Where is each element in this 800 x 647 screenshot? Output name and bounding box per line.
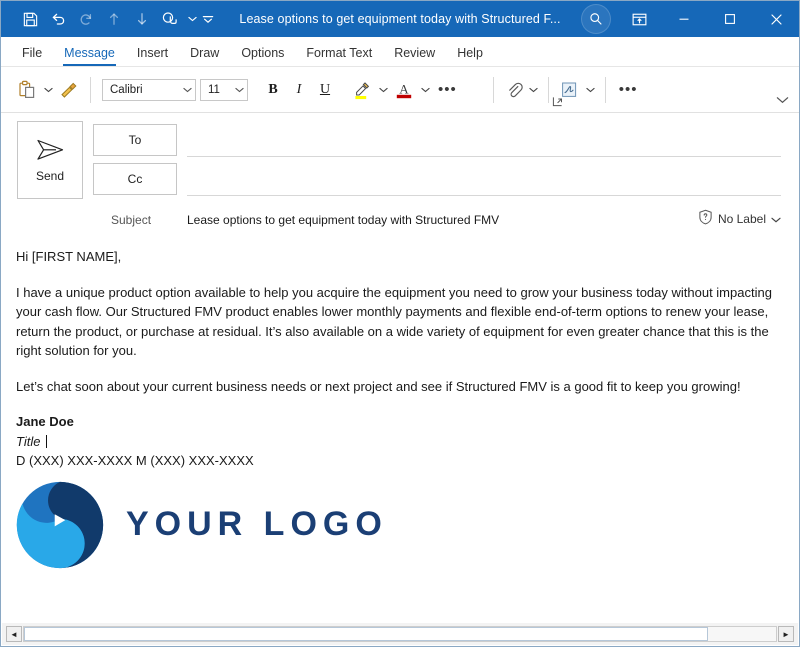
svg-text:A: A [399,81,409,96]
bold-button[interactable]: B [260,77,286,103]
signature-name: Jane Doe [16,414,74,429]
scrollbar-thumb[interactable] [24,627,709,641]
ribbon-separator-2 [492,76,494,103]
text-cursor [46,434,48,448]
tab-review[interactable]: Review [383,46,446,66]
scroll-left-arrow-icon[interactable]: ◄ [6,626,22,642]
ribbon-toolbar: Calibri 11 B I U A ••• ••• [1,67,799,113]
font-color-chevron-down-icon[interactable] [418,75,432,105]
compose-header: Send To Cc Subject Lease options to get … [1,113,799,235]
ribbon-display-options-icon[interactable] [617,3,661,35]
to-field-underline[interactable] [187,156,781,157]
save-icon[interactable] [17,6,43,32]
message-body[interactable]: Hi [FIRST NAME], I have a unique product… [1,233,799,613]
collapse-ribbon-chevron-down-icon[interactable] [776,91,789,109]
sensitivity-label-text: No Label [717,211,766,226]
body-paragraph-2: Let’s chat soon about your current busin… [16,378,741,394]
minimize-button[interactable] [661,1,707,37]
quick-access-toolbar [1,1,215,37]
underline-button[interactable]: U [312,77,338,103]
to-button[interactable]: To [93,124,177,156]
paste-chevron-down-icon[interactable] [41,75,55,105]
cc-button[interactable]: Cc [93,163,177,195]
logo-text: YOUR LOGO [126,504,388,543]
send-paper-plane-icon [37,139,64,160]
search-icon[interactable] [575,3,617,35]
undo-icon[interactable] [45,6,71,32]
italic-button[interactable]: I [286,77,312,103]
more-commands-icon[interactable]: ••• [613,82,644,97]
logo-mark-icon [16,481,104,568]
font-size-select[interactable]: 11 [200,78,248,101]
subject-input[interactable]: Lease options to get equipment today wit… [187,213,499,227]
body-greeting: Hi [FIRST NAME], [16,249,122,264]
shield-question-icon [698,209,713,228]
highlight-chevron-down-icon[interactable] [376,75,390,105]
signature-title: Title [16,433,41,449]
move-down-icon[interactable] [129,6,155,32]
sensitivity-label-button[interactable]: No Label [698,209,781,228]
cc-field-underline[interactable] [187,195,781,196]
text-highlight-color-icon[interactable] [348,75,376,105]
more-font-options-icon[interactable]: ••• [432,82,463,97]
tab-help[interactable]: Help [446,46,494,66]
maximize-button[interactable] [707,1,753,37]
sensitivity-chevron-down-icon[interactable] [771,212,781,226]
horizontal-scrollbar[interactable]: ◄ ► [2,623,798,645]
move-up-icon[interactable] [101,6,127,32]
signature-phones: D (XXX) XXX-XXXX M (XXX) XXX-XXXX [16,453,254,468]
font-family-value: Calibri [110,83,143,96]
tab-options[interactable]: Options [230,46,295,66]
attach-file-icon[interactable] [501,75,527,105]
font-color-icon[interactable]: A [390,75,418,105]
touch-mode-chevron-down-icon[interactable] [185,6,199,32]
font-dialog-launcher-icon[interactable] [552,96,563,109]
tab-draw[interactable]: Draw [179,46,230,66]
redo-icon[interactable] [73,6,99,32]
signature-logo: YOUR LOGO [16,481,781,569]
scrollbar-track[interactable] [23,626,777,642]
customize-quick-access-toolbar-icon[interactable] [201,6,215,32]
tab-message[interactable]: Message [53,46,126,66]
ribbon-separator-4 [604,76,606,103]
scroll-right-arrow-icon[interactable]: ► [778,626,794,642]
font-family-chevron-down-icon[interactable] [179,87,195,93]
body-paragraph-1: I have a unique product option available… [16,284,772,359]
font-size-chevron-down-icon[interactable] [231,87,247,93]
signature-chevron-down-icon[interactable] [584,75,598,105]
format-painter-icon[interactable] [55,75,83,105]
tab-format-text[interactable]: Format Text [295,46,383,66]
close-button[interactable] [753,1,799,37]
signature-block: Jane Doe Title D (XXX) XXX-XXXX M (XXX) … [16,412,781,471]
ribbon-separator [90,76,91,103]
touch-mode-icon[interactable] [157,6,183,32]
window-controls [575,1,799,37]
send-button-label: Send [35,169,65,183]
attach-chevron-down-icon[interactable] [527,75,541,105]
send-button[interactable]: Send [17,121,83,199]
subject-label: Subject [111,213,152,227]
outlook-compose-window: Lease options to get equipment today wit… [0,0,800,647]
font-size-value: 11 [208,83,220,96]
tab-insert[interactable]: Insert [126,46,179,66]
paste-icon[interactable] [13,75,41,105]
title-bar: Lease options to get equipment today wit… [1,1,799,37]
ribbon-tabs: File Message Insert Draw Options Format … [1,37,799,67]
font-family-select[interactable]: Calibri [102,78,196,101]
ribbon-separator-3 [547,76,549,103]
tab-file[interactable]: File [11,46,53,66]
